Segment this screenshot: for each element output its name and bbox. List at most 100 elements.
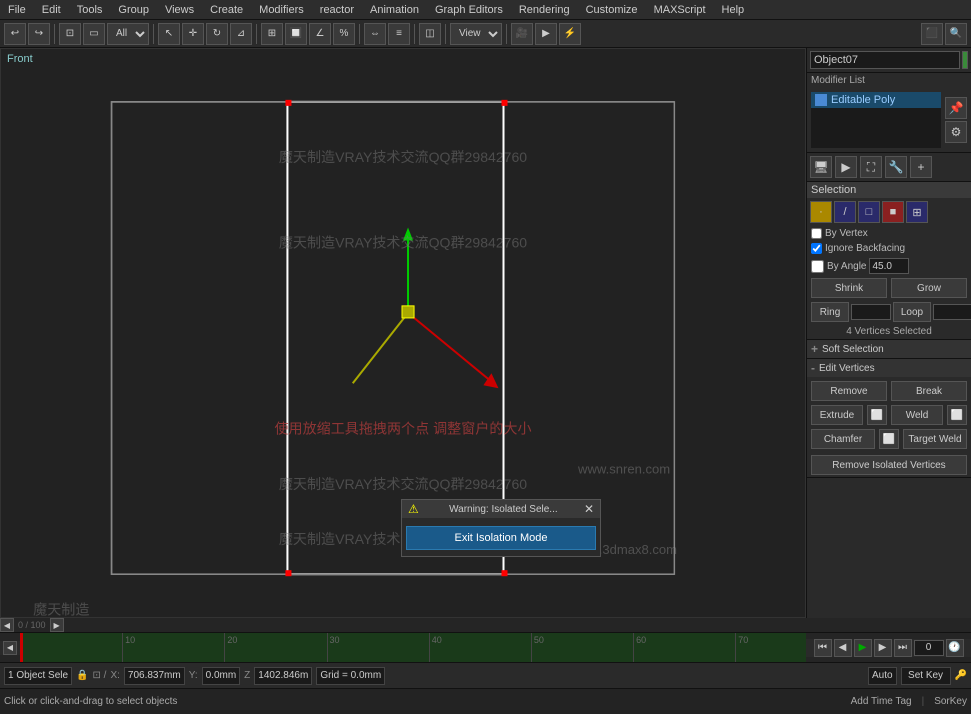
rotate-button[interactable]: ↻ (206, 23, 228, 45)
target-weld-button[interactable]: Target Weld (903, 429, 967, 449)
remove-button[interactable]: Remove (811, 381, 887, 401)
grow-button[interactable]: Grow (891, 278, 967, 298)
angle-snap-button[interactable]: ∠ (309, 23, 331, 45)
edit-vertices-header[interactable]: - Edit Vertices (807, 359, 971, 377)
modifier-configure-button[interactable]: ⚙ (945, 121, 967, 143)
undo-button[interactable]: ↩ (4, 23, 26, 45)
redo-button[interactable]: ↪ (28, 23, 50, 45)
menu-group[interactable]: Group (110, 2, 157, 18)
object-name-input[interactable] (810, 51, 960, 69)
menu-tools[interactable]: Tools (69, 2, 111, 18)
motion-icon[interactable]: ▶ (835, 156, 857, 178)
auto-key-field[interactable]: Auto (868, 667, 897, 685)
modifier-list-empty (811, 108, 941, 148)
create-icon[interactable]: + (910, 156, 932, 178)
by-vertex-checkbox[interactable] (811, 228, 822, 239)
utility-icon-row: 🖥 ▶ ⛶ 🔧 + (807, 153, 971, 182)
z-value-field[interactable]: 1402.846m (254, 667, 312, 685)
x-value-field[interactable]: 706.837mm (124, 667, 185, 685)
view-dropdown[interactable]: View (450, 23, 502, 45)
modifier-editable-poly[interactable]: Editable Poly (811, 92, 941, 108)
selection-icons-row: · / □ ■ ⊞ (807, 198, 971, 226)
ring-button[interactable]: Ring (811, 302, 849, 322)
next-frame-button[interactable]: ▶ (874, 639, 892, 657)
menu-reactor[interactable]: reactor (312, 2, 362, 18)
select-region-button[interactable]: ▭ (83, 23, 105, 45)
play-button[interactable]: ▶ (854, 639, 872, 657)
break-button[interactable]: Break (891, 381, 967, 401)
polygon-sel-icon[interactable]: ■ (882, 201, 904, 223)
select-obj-button[interactable]: ↖ (158, 23, 180, 45)
render-button[interactable]: ▶ (535, 23, 557, 45)
y-value-field[interactable]: 0.0mm (202, 667, 241, 685)
warning-close-button[interactable]: ✕ (584, 502, 594, 516)
time-config-button[interactable]: 🕐 (946, 639, 964, 657)
named-sel-button[interactable]: ⬛ (921, 23, 943, 45)
menu-help[interactable]: Help (714, 2, 753, 18)
frame-input[interactable] (914, 640, 944, 656)
menu-views[interactable]: Views (157, 2, 202, 18)
go-end-button[interactable]: ⏭ (894, 639, 912, 657)
go-start-button[interactable]: ⏮ (814, 639, 832, 657)
percent-snap-button[interactable]: % (333, 23, 355, 45)
y-label: Y: (189, 670, 198, 681)
ignore-backfacing-checkbox[interactable] (811, 243, 822, 254)
camera-view-button[interactable]: 🎥 (511, 23, 533, 45)
timeline-bar[interactable]: 10 20 30 40 50 60 70 (20, 633, 806, 662)
menu-rendering[interactable]: Rendering (511, 2, 578, 18)
weld-settings-button[interactable]: ⬜ (947, 405, 967, 425)
scroll-left-button[interactable]: ◀ (0, 618, 14, 632)
menu-edit[interactable]: Edit (34, 2, 69, 18)
chamfer-button[interactable]: Chamfer (811, 429, 875, 449)
element-sel-icon[interactable]: ⊞ (906, 201, 928, 223)
chamfer-settings-button[interactable]: ⬜ (879, 429, 899, 449)
extrude-button[interactable]: Extrude (811, 405, 863, 425)
loop-spinner[interactable] (933, 304, 971, 320)
viewport[interactable]: Front (0, 48, 806, 618)
utilities-icon[interactable]: 🔧 (885, 156, 907, 178)
vertex-sel-icon[interactable]: · (810, 201, 832, 223)
menu-file[interactable]: File (0, 2, 34, 18)
menu-maxscript[interactable]: MAXScript (646, 2, 714, 18)
object-color-swatch[interactable] (962, 51, 968, 69)
mirror-button[interactable]: ⇔ (364, 23, 386, 45)
menu-modifiers[interactable]: Modifiers (251, 2, 312, 18)
display-icon[interactable]: 🖥 (810, 156, 832, 178)
timeline-prev-button[interactable]: ◀ (3, 641, 17, 655)
quick-render-button[interactable]: ⚡ (559, 23, 581, 45)
prev-frame-button[interactable]: ◀ (834, 639, 852, 657)
scale-button[interactable]: ⊿ (230, 23, 252, 45)
reference-button[interactable]: ⊞ (261, 23, 283, 45)
weld-button[interactable]: Weld (891, 405, 943, 425)
align-button[interactable]: ≡ (388, 23, 410, 45)
search-button[interactable]: 🔍 (945, 23, 967, 45)
playhead[interactable] (20, 633, 23, 662)
tick-30: 30 (327, 633, 340, 662)
timeline[interactable]: ◀ 10 20 30 40 50 60 70 ⏮ ◀ ▶ ▶ ⏭ 🕐 (0, 632, 971, 662)
menu-create[interactable]: Create (202, 2, 251, 18)
extrude-settings-button[interactable]: ⬜ (867, 405, 887, 425)
shrink-button[interactable]: Shrink (811, 278, 887, 298)
selection-filter-dropdown[interactable]: All (107, 23, 149, 45)
set-key-button[interactable]: Set Key (901, 667, 951, 685)
add-time-tag-text[interactable]: Add Time Tag (851, 696, 912, 707)
angle-value-input[interactable] (869, 258, 909, 274)
ring-spinner[interactable] (851, 304, 891, 320)
menu-graph-editors[interactable]: Graph Editors (427, 2, 511, 18)
hierarchy-icon[interactable]: ⛶ (860, 156, 882, 178)
remove-isolated-button[interactable]: Remove Isolated Vertices (811, 455, 967, 475)
layer-button[interactable]: ◫ (419, 23, 441, 45)
modifier-pin-button[interactable]: 📌 (945, 97, 967, 119)
scroll-right-button[interactable]: ▶ (50, 618, 64, 632)
select-button[interactable]: ⊡ (59, 23, 81, 45)
edge-sel-icon[interactable]: / (834, 201, 856, 223)
exit-isolation-button[interactable]: Exit Isolation Mode (406, 526, 596, 550)
snap-button[interactable]: 🔲 (285, 23, 307, 45)
menu-animation[interactable]: Animation (362, 2, 427, 18)
loop-button[interactable]: Loop (893, 302, 931, 322)
menu-customize[interactable]: Customize (578, 2, 646, 18)
move-button[interactable]: ✛ (182, 23, 204, 45)
border-sel-icon[interactable]: □ (858, 201, 880, 223)
by-angle-checkbox[interactable] (811, 260, 824, 273)
soft-selection-header[interactable]: + Soft Selection (807, 340, 971, 358)
